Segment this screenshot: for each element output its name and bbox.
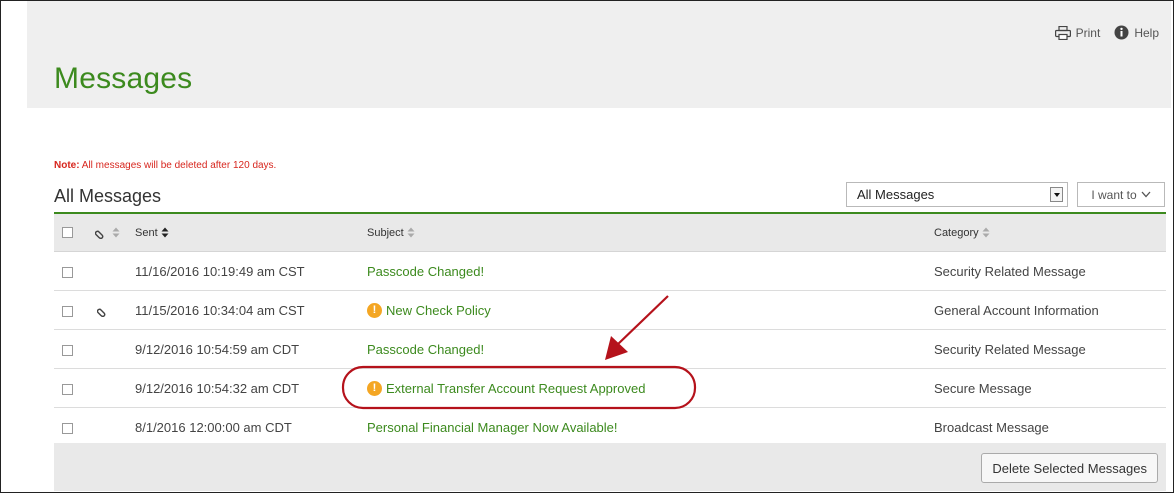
help-label: Help [1134,25,1159,40]
subject-link[interactable]: External Transfer Account Request Approv… [386,381,645,396]
paperclip-icon [96,308,106,318]
subject-link[interactable]: Passcode Changed! [367,264,484,279]
subject-link[interactable]: New Check Policy [386,303,491,318]
alert-icon: ! [367,380,382,396]
subject-cell: ! External Transfer Account Request Appro… [367,368,934,408]
subject-cell: Passcode Changed! [367,251,934,291]
table-row[interactable]: 8/1/2016 12:00:00 am CDT Personal Financi… [54,407,1166,447]
print-label: Print [1075,25,1101,40]
category-column-header[interactable]: Category [934,214,1166,252]
note-prefix: Note: [54,160,80,171]
row-select-cell [54,368,91,408]
row-checkbox[interactable] [62,383,73,395]
row-select-cell [54,407,91,447]
sent-cell: 9/12/2016 10:54:32 am CDT [135,368,367,408]
filter-value: All Messages [857,187,935,202]
category-cell: General Account Information [934,290,1166,330]
printer-icon [1054,25,1071,40]
table-row[interactable]: 9/12/2016 10:54:59 am CDT Passcode Change… [54,329,1166,369]
alert-icon: ! [367,302,382,318]
paperclip-icon [94,230,104,239]
row-select-cell [54,290,91,330]
i-want-to-label: I want to [1091,187,1137,202]
toolbar: Print Help [1054,25,1159,40]
row-select-cell [54,251,91,291]
sent-cell: 9/12/2016 10:54:59 am CDT [135,329,367,369]
retention-note: Note: All messages will be deleted after… [54,160,276,171]
sort-up-icon [161,227,169,238]
sent-cell: 11/15/2016 10:34:04 am CST [135,290,367,330]
chevron-down-icon [1141,191,1151,198]
row-select-cell [54,329,91,369]
sent-cell: 11/16/2016 10:19:49 am CST [135,251,367,291]
category-header-label: Category [934,226,979,239]
subject-cell: Passcode Changed! [367,329,934,369]
select-all-checkbox[interactable] [62,227,73,239]
message-filter-select[interactable]: All Messages [846,182,1068,207]
note-text: All messages will be deleted after 120 d… [79,160,277,171]
sent-header-label: Sent [135,226,158,239]
subject-cell: ! New Check Policy [367,290,934,330]
print-link[interactable]: Print [1054,25,1101,40]
row-checkbox[interactable] [62,422,73,434]
subject-cell: Personal Financial Manager Now Available… [367,407,934,447]
category-cell: Security Related Message [934,329,1166,369]
attachment-column-header[interactable] [91,214,135,252]
table-header-row: Sent Subject Category [54,214,1166,252]
page-header: Print Help [27,1,1171,108]
category-cell: Security Related Message [934,251,1166,291]
help-link[interactable]: Help [1114,25,1159,40]
table-row[interactable]: 11/15/2016 10:34:04 am CST! New Check Pol… [54,290,1166,330]
info-icon [1114,25,1129,40]
sort-icon [112,227,120,238]
table-row[interactable]: 11/16/2016 10:19:49 am CST Passcode Chang… [54,251,1166,291]
subject-column-header[interactable]: Subject [367,214,934,252]
select-all-cell [54,214,91,252]
attachment-cell [91,368,135,408]
row-checkbox[interactable] [62,266,73,278]
dropdown-arrow-icon[interactable] [1050,187,1063,202]
subject-link[interactable]: Passcode Changed! [367,342,484,357]
attachment-cell [91,407,135,447]
table-row[interactable]: 9/12/2016 10:54:32 am CDT! External Trans… [54,368,1166,408]
category-cell: Secure Message [934,368,1166,408]
sort-icon [982,227,990,238]
sent-column-header[interactable]: Sent [135,214,367,252]
row-checkbox[interactable] [62,344,73,356]
table-footer: Delete Selected Messages [54,443,1166,491]
delete-selected-button[interactable]: Delete Selected Messages [981,453,1158,483]
subject-header-label: Subject [367,226,404,239]
messages-table: Sent Subject Category 11/16/2016 10:19:4… [54,214,1166,447]
sort-icon [407,227,415,238]
sent-cell: 8/1/2016 12:00:00 am CDT [135,407,367,447]
attachment-cell [91,329,135,369]
list-title: All Messages [54,186,162,206]
row-checkbox[interactable] [62,305,73,317]
attachment-cell [91,290,135,330]
subject-link[interactable]: Personal Financial Manager Now Available… [367,420,618,435]
page-title: Messages [54,62,193,95]
attachment-cell [91,251,135,291]
i-want-to-menu[interactable]: I want to [1077,182,1165,207]
category-cell: Broadcast Message [934,407,1166,447]
